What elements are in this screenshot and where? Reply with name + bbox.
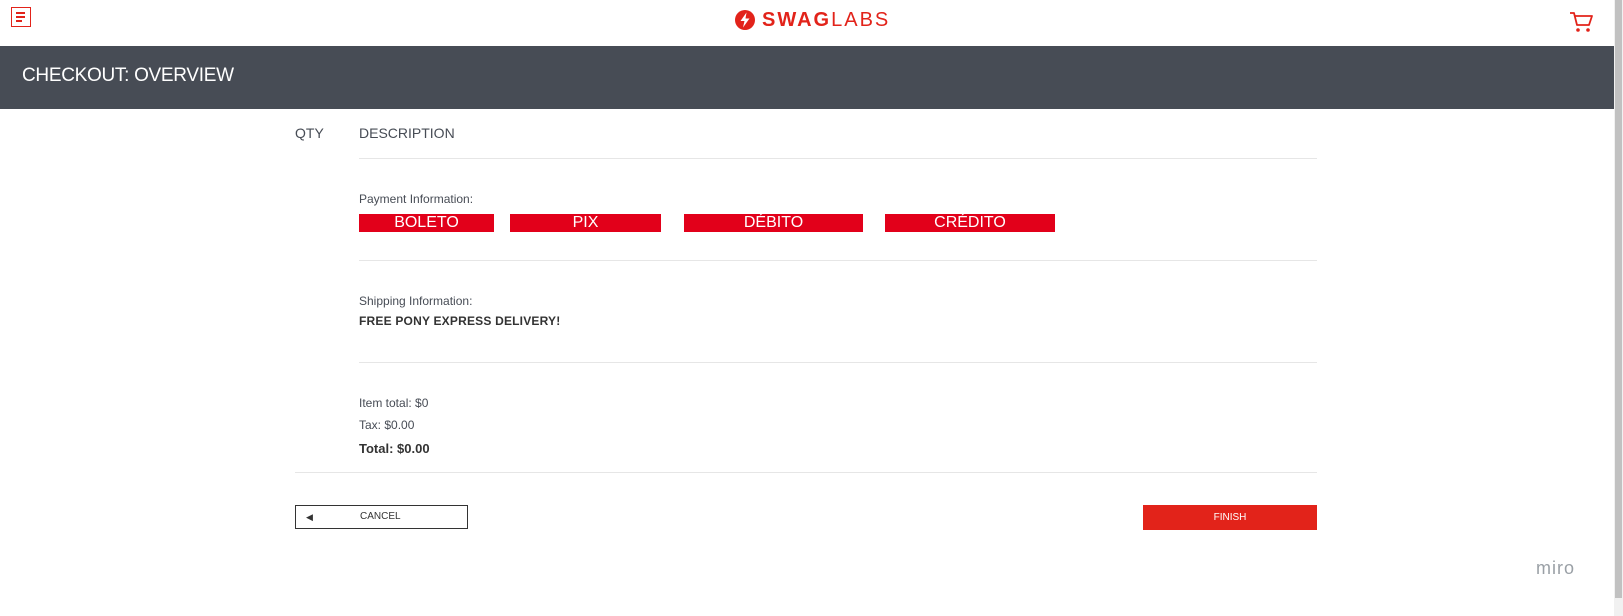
payment-info-label: Payment Information: (359, 192, 474, 206)
payment-option-debito[interactable]: DÉBITO (684, 214, 863, 232)
page-title: CHECKOUT: OVERVIEW (22, 65, 234, 86)
back-arrow-icon: ◀ (306, 512, 313, 522)
swag-labs-logo: SWAGLABS (734, 8, 890, 32)
hamburger-menu-icon[interactable] (11, 7, 31, 27)
miro-watermark: miro (1536, 558, 1575, 578)
cancel-button[interactable]: ◀ CANCEL (295, 505, 468, 529)
divider (359, 260, 1317, 261)
lightning-logo-icon (735, 10, 755, 30)
cancel-button-label: CANCEL (360, 511, 401, 522)
vertical-scrollbar[interactable] (1614, 0, 1623, 616)
shopping-cart-icon[interactable] (1568, 10, 1594, 34)
summary-subtotal: Item total: $0 (359, 396, 429, 410)
summary-total: Total: $0.00 (359, 441, 430, 456)
top-bar: SWAGLABS (0, 0, 1614, 46)
scrollbar-thumb[interactable] (1615, 0, 1622, 598)
finish-button[interactable]: FINISH (1143, 505, 1317, 530)
payment-option-boleto[interactable]: BOLETO (359, 214, 494, 232)
qty-column-header: QTY (295, 125, 324, 141)
secondary-header: CHECKOUT: OVERVIEW (0, 46, 1614, 109)
divider (359, 362, 1317, 363)
shipping-info-value: FREE PONY EXPRESS DELIVERY! (359, 314, 561, 328)
description-column-header: DESCRIPTION (359, 125, 455, 141)
payment-option-credito[interactable]: CRÉDITO (885, 214, 1055, 232)
summary-tax: Tax: $0.00 (359, 418, 415, 432)
divider (295, 472, 1317, 473)
shipping-info-label: Shipping Information: (359, 294, 473, 308)
brand-name: SWAGLABS (762, 8, 891, 31)
divider (359, 158, 1317, 159)
payment-option-pix[interactable]: PIX (510, 214, 661, 232)
